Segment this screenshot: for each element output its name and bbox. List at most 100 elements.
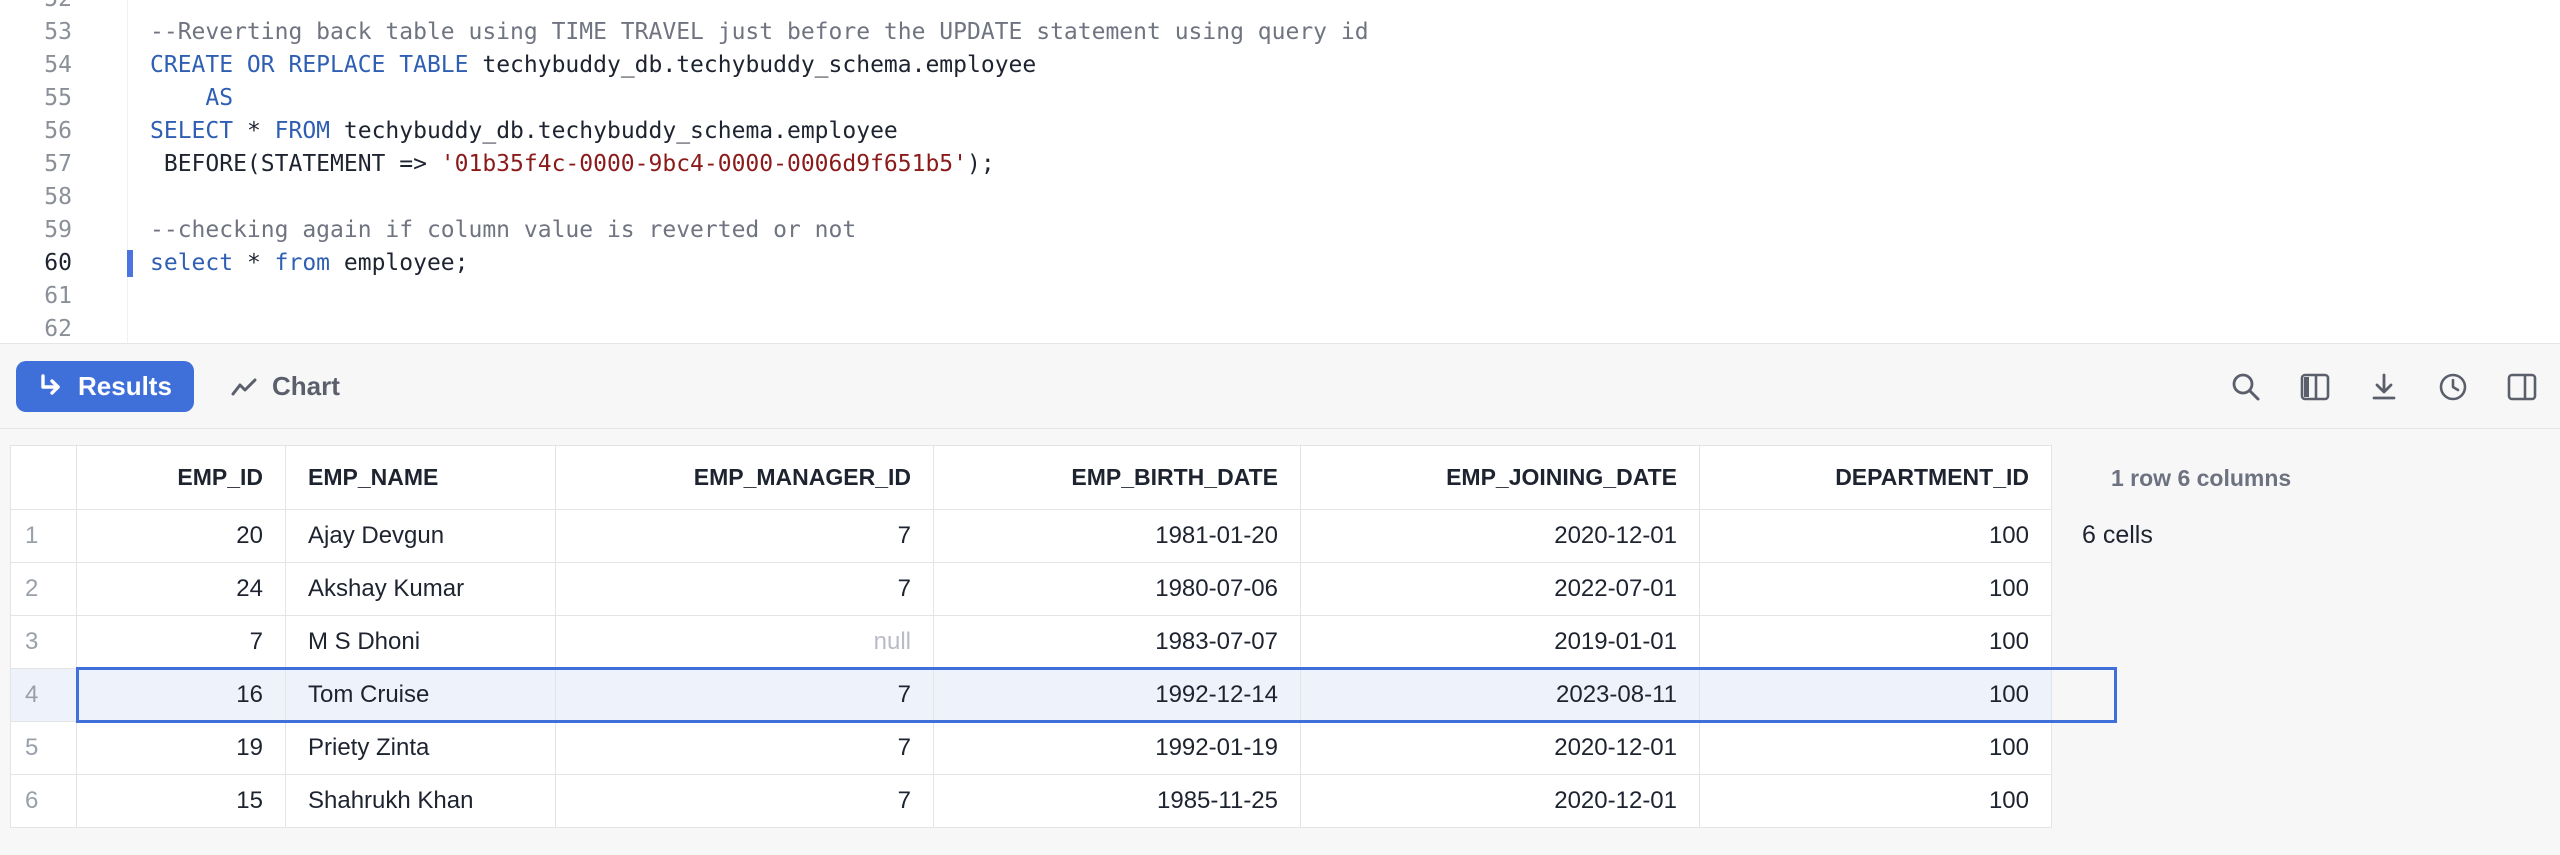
code-token: from <box>274 250 331 276</box>
table-cell[interactable]: 2019-01-01 <box>1300 615 1700 669</box>
code-line[interactable]: 58 <box>0 181 2560 214</box>
search-icon[interactable] <box>2228 369 2264 405</box>
result-summary: 1 row 6 columns <box>2111 465 2292 491</box>
code-line[interactable]: 60 select * from employee; <box>0 247 2560 280</box>
table-cell[interactable]: 16 <box>76 668 286 722</box>
table-cell[interactable]: 24 <box>76 562 286 616</box>
line-number: 58 <box>44 184 72 210</box>
table-cell[interactable]: 100 <box>1699 774 2052 828</box>
code-line[interactable]: 57 BEFORE(STATEMENT => '01b35f4c-0000-9b… <box>0 148 2560 181</box>
line-number: 53 <box>44 19 72 45</box>
table-row[interactable]: 5 19 Priety Zinta 7 1992-01-19 2020-12-01 100 <box>10 721 2052 775</box>
code-token: ); <box>967 151 995 177</box>
code-token: techybuddy_db.techybuddy_schema.employee <box>330 118 898 144</box>
code-line[interactable]: 52 <box>0 0 2560 16</box>
column-header[interactable]: EMP_ID <box>76 445 286 510</box>
results-panel: EMP_ID EMP_NAME EMP_MANAGER_ID EMP_BIRTH… <box>0 429 2560 855</box>
table-row[interactable]: 37M S Dhoni null 1983-07-07 2019-01-01 100 <box>10 615 2052 669</box>
code-text: SELECT * FROM techybuddy_db.techybuddy_s… <box>150 115 898 148</box>
code-token: SELECT <box>150 118 234 144</box>
code-text: select * from employee; <box>150 247 469 280</box>
table-cell[interactable]: null <box>555 615 934 669</box>
code-line[interactable]: 56 SELECT * FROM techybuddy_db.techybuddy… <box>0 115 2560 148</box>
table-row[interactable]: 1 20 Ajay Devgun 7 1981-01-20 2020-12-01 100 <box>10 509 2052 563</box>
code-line[interactable]: 53 --Reverting back table using TIME TRAV… <box>0 16 2560 49</box>
table-cell[interactable]: 2022-07-01 <box>1300 562 1700 616</box>
table-cell[interactable]: 15 <box>76 774 286 828</box>
split-panel-icon[interactable] <box>2504 369 2540 405</box>
row-number-header <box>10 445 77 510</box>
table-cell[interactable]: 1992-01-19 <box>933 721 1301 775</box>
table-cell[interactable]: 7 <box>555 562 934 616</box>
line-number: 56 <box>44 118 72 144</box>
code-text: --checking again if column value is reve… <box>150 214 856 247</box>
line-number: 61 <box>44 283 72 309</box>
table-cell[interactable]: Akshay Kumar <box>285 562 556 616</box>
table-cell[interactable]: Tom Cruise <box>285 668 556 722</box>
table-cell[interactable]: 2020-12-01 <box>1300 774 1700 828</box>
table-cell[interactable]: 100 <box>1699 721 2052 775</box>
code-token: * <box>233 250 275 276</box>
column-header[interactable]: EMP_NAME <box>285 445 556 510</box>
table-cell[interactable]: 7 <box>555 668 934 722</box>
table-cell[interactable]: 100 <box>1699 562 2052 616</box>
table-cell[interactable]: 1992-12-14 <box>933 668 1301 722</box>
download-icon[interactable] <box>2366 369 2402 405</box>
column-header[interactable]: EMP_JOINING_DATE <box>1300 445 1700 510</box>
line-number: 60 <box>44 250 72 276</box>
code-line[interactable]: 59 --checking again if column value is re… <box>0 214 2560 247</box>
line-number: 52 <box>0 0 72 16</box>
row-number: 4 <box>10 668 77 722</box>
chart-tab-button[interactable]: Chart <box>224 361 340 412</box>
code-text: --Reverting back table using TIME TRAVEL… <box>150 16 1369 49</box>
table-cell[interactable]: 100 <box>1699 668 2052 722</box>
sql-editor[interactable]: 52 53 --Reverting back table using TIME TR… <box>0 0 2560 343</box>
history-icon[interactable] <box>2435 369 2471 405</box>
table-cell[interactable]: 1983-07-07 <box>933 615 1301 669</box>
code-line[interactable]: 61 <box>0 280 2560 313</box>
table-cell[interactable]: 100 <box>1699 615 2052 669</box>
table-cell[interactable]: M S Dhoni <box>285 615 556 669</box>
column-header[interactable]: DEPARTMENT_ID <box>1699 445 2052 510</box>
columns-icon[interactable] <box>2297 369 2333 405</box>
table-cell[interactable]: 7 <box>555 721 934 775</box>
code-line[interactable]: 54 CREATE OR REPLACE TABLE techybuddy_db.… <box>0 49 2560 82</box>
table-cell[interactable]: 20 <box>76 509 286 563</box>
code-text: CREATE OR REPLACE TABLE techybuddy_db.te… <box>150 49 1036 82</box>
table-cell[interactable]: 2020-12-01 <box>1300 509 1700 563</box>
trend-line-icon <box>230 373 258 401</box>
table-cell[interactable]: 19 <box>76 721 286 775</box>
column-header[interactable]: EMP_MANAGER_ID <box>555 445 934 510</box>
table-cell[interactable]: Ajay Devgun <box>285 509 556 563</box>
column-header[interactable]: EMP_BIRTH_DATE <box>933 445 1301 510</box>
table-cell[interactable]: Shahrukh Khan <box>285 774 556 828</box>
table-cell[interactable]: 1980-07-06 <box>933 562 1301 616</box>
code-token: FROM <box>274 118 331 144</box>
table-cell[interactable]: 2020-12-01 <box>1300 721 1700 775</box>
line-number: 54 <box>44 52 72 78</box>
results-tab-button[interactable]: Results <box>16 361 194 412</box>
table-cell[interactable]: Priety Zinta <box>285 721 556 775</box>
table-cell[interactable]: 7 <box>555 509 934 563</box>
code-token: employee; <box>330 250 469 276</box>
code-line[interactable]: 62 <box>0 313 2560 343</box>
table-cell[interactable]: 7 <box>555 774 934 828</box>
table-row[interactable]: 2 24 Akshay Kumar 7 1980-07-06 2022-07-01 100 <box>10 562 2052 616</box>
code-line[interactable]: 55 AS <box>0 82 2560 115</box>
table-row[interactable]: 4 16 Tom Cruise 7 1992-12-14 2023-08-11 100 <box>10 668 2052 722</box>
row-number: 5 <box>10 721 77 775</box>
code-text: AS <box>150 82 233 115</box>
results-table: EMP_ID EMP_NAME EMP_MANAGER_ID EMP_BIRTH… <box>10 445 2052 828</box>
return-arrow-icon <box>36 373 64 401</box>
code-token: select <box>150 250 234 276</box>
table-cell[interactable]: 1985-11-25 <box>933 774 1301 828</box>
code-token: BEFORE(STATEMENT => <box>150 151 441 177</box>
table-cell[interactable]: 7 <box>76 615 286 669</box>
row-number: 1 <box>10 509 77 563</box>
table-cell[interactable]: 2023-08-11 <box>1300 668 1700 722</box>
table-row[interactable]: 6 15 Shahrukh Khan 7 1985-11-25 2020-12-01 100 <box>10 774 2052 828</box>
table-cell[interactable]: 1981-01-20 <box>933 509 1301 563</box>
line-number: 55 <box>44 85 72 111</box>
line-number: 62 <box>44 316 72 342</box>
table-cell[interactable]: 100 <box>1699 509 2052 563</box>
